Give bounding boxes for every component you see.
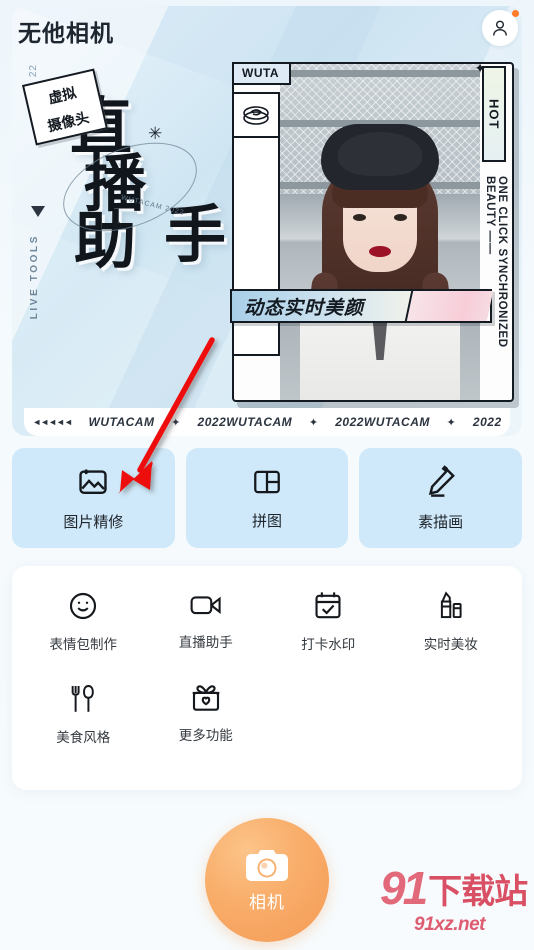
action-card-image-retouch[interactable]: 图片精修 xyxy=(12,448,175,548)
marquee-item-1: WUTACAM xyxy=(88,415,155,429)
hot-badge: HOT xyxy=(482,66,506,162)
feature-label: 实时美妆 xyxy=(423,637,478,652)
marquee-item-2: 2022WUTACAM xyxy=(197,415,293,429)
feature-item-realtime-makeup[interactable]: 实时美妆 xyxy=(390,590,513,653)
decor-star-icon: ✳ xyxy=(148,124,163,143)
feature-grid: 表情包制作 直播助手 打卡水印 实时美妆 美食风格 更多功能 xyxy=(22,590,512,746)
person-eye-right xyxy=(394,214,407,221)
sparkle-icon: ✦ xyxy=(474,60,486,76)
feature-label: 直播助手 xyxy=(178,635,233,650)
action-card-label: 素描画 xyxy=(418,513,464,531)
feature-label: 打卡水印 xyxy=(301,637,356,652)
lipstick-icon xyxy=(440,591,462,619)
watermark-url: 91xz.net xyxy=(414,914,485,935)
video-camera-icon xyxy=(190,596,221,615)
marquee-item-4: 2022 xyxy=(472,415,502,429)
hot-badge-label: HOT xyxy=(486,98,502,130)
feature-label: 表情包制作 xyxy=(49,637,118,652)
marquee-sep-1: ✦ xyxy=(171,416,181,429)
person-lips xyxy=(369,246,391,257)
rail-number: 22 xyxy=(28,64,39,78)
beauty-banner-text: 动态实时美颜 xyxy=(232,291,414,321)
pencil-sketch-icon xyxy=(428,464,455,497)
notification-dot xyxy=(512,10,519,17)
person-beret-hat xyxy=(321,124,439,190)
photo-left-strip xyxy=(232,136,280,356)
feature-item-emoji-maker[interactable]: 表情包制作 xyxy=(22,590,145,653)
marquee-sep-3: ✦ xyxy=(446,416,457,429)
feature-item-live-assistant[interactable]: 直播助手 xyxy=(145,590,268,653)
hero-banner[interactable]: 22 LIVE TOOLS 直 播 助 手 ✳ ✩ WUTACAM 2022 xyxy=(12,6,522,436)
rail-label: LIVE TOOLS xyxy=(29,234,40,320)
feature-item-more[interactable]: 更多功能 xyxy=(145,683,268,746)
hero-photo-card[interactable]: WUTA ✦ HOT ONE CLICK SYNCHRONIZED BEAUTY… xyxy=(232,60,514,402)
hero-title-last-char-wrap: 手 xyxy=(164,198,226,271)
hero-title-line-4: 手 xyxy=(164,198,226,271)
photo-brand-tab: WUTA xyxy=(232,62,292,85)
marquee-item-3: 2022WUTACAM xyxy=(335,415,430,429)
camera-button[interactable]: 相机 xyxy=(205,818,329,942)
watermark-top-row: 91 下载站 xyxy=(380,864,528,913)
action-card-label: 拼图 xyxy=(252,512,283,530)
marquee-strip: ◄◄◄◄◄ WUTACAM ✦ 2022WUTACAM ✦ 2022WUTACA… xyxy=(24,408,510,436)
app-header: 无他相机 xyxy=(0,0,534,56)
user-avatar-icon xyxy=(493,20,507,36)
action-card-collage[interactable]: 拼图 xyxy=(185,448,349,548)
feature-label: 美食风格 xyxy=(56,730,111,745)
triangle-marker-icon xyxy=(31,206,45,217)
hero-photo-image xyxy=(280,64,480,400)
gift-box-icon xyxy=(192,685,220,711)
person-eye-left xyxy=(353,214,366,221)
calendar-check-icon xyxy=(315,592,341,619)
feature-label: 更多功能 xyxy=(178,728,233,743)
image-edit-icon xyxy=(79,469,107,494)
page-title: 无他相机 xyxy=(18,20,114,46)
marquee-sep-2: ✦ xyxy=(308,416,319,429)
action-card-row: 图片精修 拼图 素描画 xyxy=(12,448,523,548)
collage-icon xyxy=(254,470,280,493)
beauty-banner: 动态实时美颜 xyxy=(230,289,494,323)
fork-spoon-icon xyxy=(71,684,95,712)
feature-panel: 表情包制作 直播助手 打卡水印 实时美妆 美食风格 更多功能 xyxy=(12,566,522,790)
watermark-name: 下载站 xyxy=(428,873,528,911)
action-card-sketch[interactable]: 素描画 xyxy=(359,448,523,548)
smiley-face-icon xyxy=(70,592,97,620)
watermark-mark: 91 xyxy=(380,861,428,914)
beauty-banner-accent xyxy=(404,291,494,321)
feature-item-checkin-watermark[interactable]: 打卡水印 xyxy=(267,590,390,653)
app-root: 22 LIVE TOOLS 直 播 助 手 ✳ ✩ WUTACAM 2022 xyxy=(0,0,534,950)
feature-item-food-style[interactable]: 美食风格 xyxy=(22,683,145,746)
camera-button-label: 相机 xyxy=(249,893,285,912)
action-card-label: 图片精修 xyxy=(63,513,124,531)
site-watermark: 91 下载站 91xz.net xyxy=(380,864,528,940)
marquee-arrows: ◄◄◄◄◄ xyxy=(32,417,73,427)
vertical-caption: ONE CLICK SYNCHRONIZED BEAUTY —— xyxy=(484,176,508,348)
coin-stack-icon xyxy=(232,92,280,138)
decor-star-small-icon: ✩ xyxy=(113,218,124,232)
camera-icon xyxy=(246,850,288,881)
